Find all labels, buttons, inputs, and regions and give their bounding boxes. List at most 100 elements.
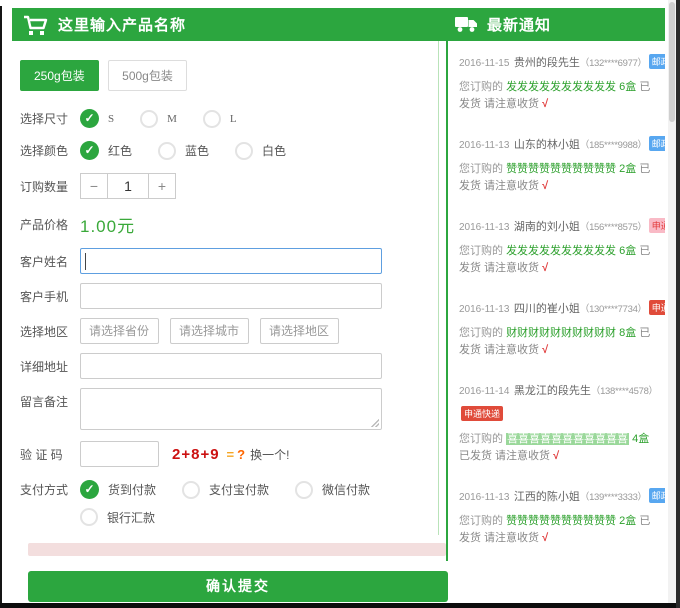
notice-body-line: 您订购的 发发发发发发发发发发 6盒 已发货 请注意收货 √ — [459, 79, 659, 113]
notice-customer-name: 江西的陈小姐 — [514, 491, 580, 503]
submit-button[interactable]: 确认提交 — [28, 571, 448, 602]
notice-head-line: 2016-11-13 四川的崔小姐（130****7734）申通快递 — [459, 299, 665, 317]
box-count: 2盒 — [619, 163, 636, 175]
check-mark: √ — [542, 98, 548, 110]
notice-item: 2016-11-13 江西的陈小姐（139****3333）邮政EMS 您订购的… — [459, 487, 665, 547]
courier-badge: 申通快递 — [649, 218, 665, 233]
note-label: 留言备注 — [20, 393, 80, 410]
price-value: 1.00元 — [80, 212, 135, 237]
customer-name-input[interactable] — [80, 248, 382, 274]
check-mark: √ — [542, 344, 548, 356]
color-red-label: 红色 — [108, 142, 132, 159]
notice-header-group: 最新通知 — [455, 8, 551, 41]
notice-date: 2016-11-13 — [459, 222, 509, 233]
color-blue-radio[interactable] — [158, 142, 176, 160]
validation-alert-bar — [28, 543, 446, 556]
order-prefix: 您订购的 — [459, 515, 503, 527]
notice-customer-name: 贵州的段先生 — [514, 57, 580, 69]
package-tabs: 250g包装 500g包装 — [20, 60, 439, 91]
courier-badge: 邮政EMS — [649, 488, 665, 503]
tab-500g-package[interactable]: 500g包装 — [108, 60, 187, 91]
notice-title: 最新通知 — [487, 14, 551, 35]
order-prefix: 您订购的 — [459, 433, 503, 445]
text-caret — [85, 253, 86, 270]
size-s-label: S — [108, 113, 114, 125]
shipping-status: 已发货 请注意收货 — [459, 450, 550, 462]
district-select[interactable]: 请选择地区 — [260, 318, 339, 344]
captcha-input[interactable] — [80, 441, 159, 467]
color-white-label: 白色 — [262, 142, 286, 159]
captcha-refresh-link[interactable]: 换一个! — [250, 446, 289, 463]
order-prefix: 您订购的 — [459, 245, 503, 257]
resize-grip-icon[interactable] — [371, 419, 379, 427]
notice-date: 2016-11-14 — [459, 386, 509, 397]
notice-item: 2016-11-13 山东的林小姐（185****9988）邮政EMS 您订购的… — [459, 135, 665, 195]
color-row: 选择颜色 ✓ 红色 蓝色 白色 — [20, 141, 439, 160]
size-l-label: L — [230, 113, 237, 125]
payment-wechat-radio[interactable] — [295, 481, 313, 499]
captcha-question: 2+8+9 — [172, 446, 220, 463]
window-edge-right — [676, 0, 680, 608]
payment-wechat-label: 微信付款 — [322, 481, 370, 498]
payment-cod-radio-checked-icon[interactable]: ✓ — [80, 480, 99, 499]
notice-date: 2016-11-13 — [459, 140, 509, 151]
notice-body-line: 您订购的 赞赞赞赞赞赞赞赞赞赞 2盒 已发货 请注意收货 √ — [459, 513, 659, 547]
notice-item: 2016-11-15 贵州的段先生（132****6977）邮政EMS 您订购的… — [459, 53, 665, 113]
note-textarea[interactable] — [80, 388, 382, 430]
captcha-question-mark: ? — [237, 447, 245, 462]
notice-head-line: 2016-11-13 山东的林小姐（185****9988）邮政EMS — [459, 135, 665, 153]
product-title: 这里输入产品名称 — [58, 14, 186, 35]
captcha-equals: = — [227, 447, 235, 462]
notice-date: 2016-11-13 — [459, 492, 509, 503]
page-scrollbar-thumb[interactable] — [669, 2, 675, 122]
courier-badge: 邮政EMS — [649, 136, 665, 151]
size-label: 选择尺寸 — [20, 110, 80, 127]
notice-head-line: 2016-11-14 黑龙江的段先生（138****4578） — [459, 381, 665, 399]
notice-panel: 2016-11-15 贵州的段先生（132****6977）邮政EMS 您订购的… — [446, 41, 665, 561]
box-count: 2盒 — [619, 515, 636, 527]
tab-250g-package[interactable]: 250g包装 — [20, 60, 99, 91]
payment-alipay-radio[interactable] — [182, 481, 200, 499]
size-s-radio-checked-icon[interactable]: ✓ — [80, 109, 99, 128]
quantity-value[interactable]: 1 — [107, 173, 149, 199]
box-count: 6盒 — [619, 81, 636, 93]
size-m-radio[interactable] — [140, 110, 158, 128]
order-form: 250g包装 500g包装 选择尺寸 ✓ S M L 选择颜色 ✓ 红色 蓝色 … — [12, 41, 439, 602]
city-select[interactable]: 请选择城市 — [170, 318, 249, 344]
quantity-label: 订购数量 — [20, 178, 80, 195]
box-count: 4盒 — [632, 433, 649, 445]
quantity-plus-button[interactable]: + — [148, 173, 176, 199]
product-name: 财财财财财财财财财财 — [506, 327, 616, 339]
product-name: 发发发发发发发发发发 — [506, 245, 616, 257]
payment-row-2: 银行汇款 — [80, 508, 439, 526]
notice-phone: （185****9988） — [580, 140, 647, 151]
check-mark: √ — [553, 450, 559, 462]
form-fields: 选择尺寸 ✓ S M L 选择颜色 ✓ 红色 蓝色 白色 订购数量 − 1 + … — [20, 109, 439, 602]
customer-name-label: 客户姓名 — [20, 253, 80, 270]
color-blue-label: 蓝色 — [185, 142, 209, 159]
address-input[interactable] — [80, 353, 382, 379]
color-label: 选择颜色 — [20, 142, 80, 159]
window-edge-left — [0, 6, 2, 608]
price-label: 产品价格 — [20, 216, 80, 233]
color-white-radio[interactable] — [235, 142, 253, 160]
courier-badge: 申通快递 — [649, 300, 665, 315]
size-l-radio[interactable] — [203, 110, 221, 128]
province-select[interactable]: 请选择省份 — [80, 318, 159, 344]
color-red-radio-checked-icon[interactable]: ✓ — [80, 141, 99, 160]
size-m-label: M — [167, 113, 177, 125]
courier-badge: 邮政EMS — [649, 54, 665, 69]
product-name: 喜喜喜喜喜喜喜喜喜喜喜 — [506, 433, 629, 445]
notice-phone: （138****4578） — [591, 386, 658, 397]
check-mark: √ — [542, 180, 548, 192]
payment-bank-radio[interactable] — [80, 508, 98, 526]
customer-phone-input[interactable] — [80, 283, 382, 309]
quantity-minus-button[interactable]: − — [80, 173, 108, 199]
panel-divider — [438, 41, 439, 535]
notice-phone: （139****3333） — [580, 492, 647, 503]
notice-head-line: 2016-11-15 贵州的段先生（132****6977）邮政EMS — [459, 53, 665, 71]
check-mark: √ — [542, 532, 548, 544]
price-row: 产品价格 1.00元 — [20, 212, 439, 237]
notice-body-line: 您订购的 财财财财财财财财财财 8盒 已发货 请注意收货 √ — [459, 325, 659, 359]
region-label: 选择地区 — [20, 323, 80, 340]
